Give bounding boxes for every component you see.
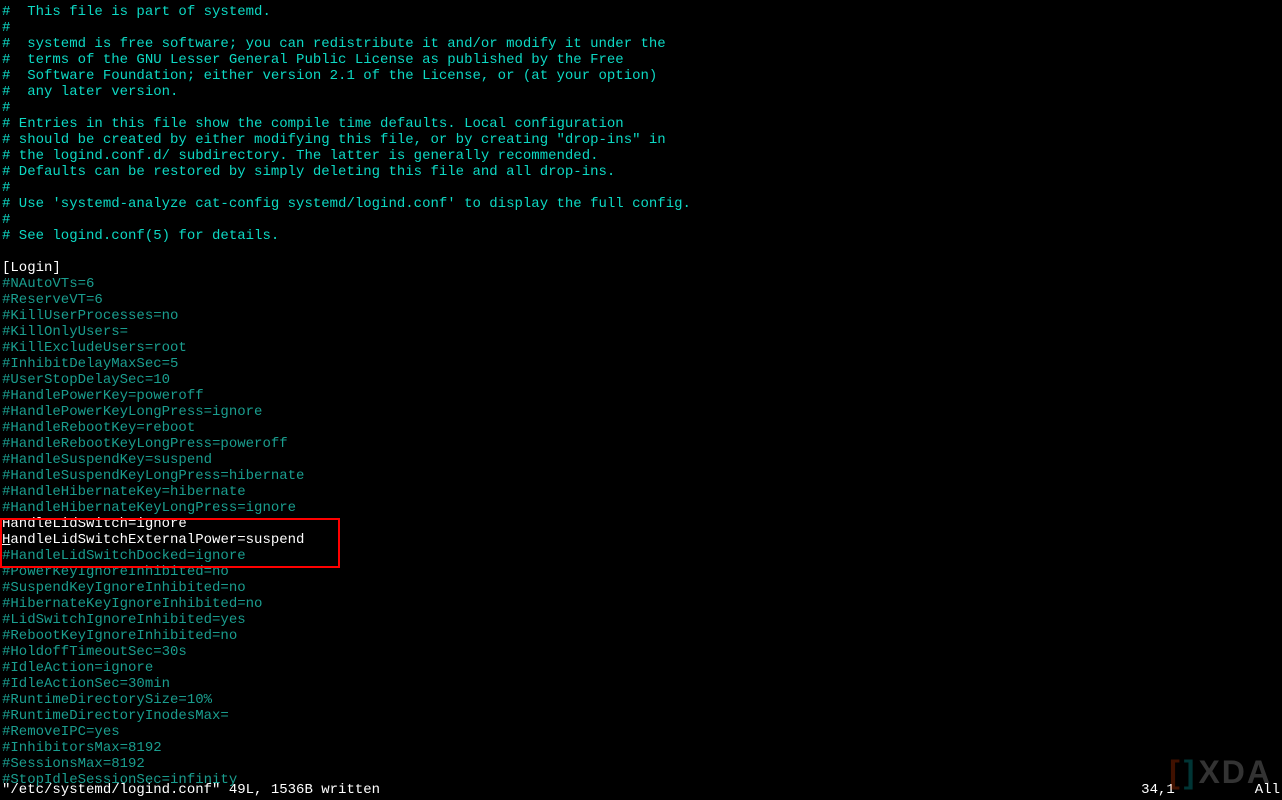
editor-line[interactable]: # Use 'systemd-analyze cat-config system… [2, 196, 1280, 212]
terminal-editor[interactable]: # This file is part of systemd.## system… [0, 0, 1282, 792]
editor-line[interactable]: #RebootKeyIgnoreInhibited=no [2, 628, 1280, 644]
editor-line[interactable]: # Defaults can be restored by simply del… [2, 164, 1280, 180]
editor-line[interactable] [2, 244, 1280, 260]
editor-line[interactable]: # [2, 100, 1280, 116]
editor-line[interactable]: #IdleAction=ignore [2, 660, 1280, 676]
editor-line[interactable]: #HandleHibernateKeyLongPress=ignore [2, 500, 1280, 516]
editor-line[interactable]: # the logind.conf.d/ subdirectory. The l… [2, 148, 1280, 164]
editor-line[interactable]: # Entries in this file show the compile … [2, 116, 1280, 132]
editor-line[interactable]: #HandleRebootKey=reboot [2, 420, 1280, 436]
editor-line[interactable]: #HandleHibernateKey=hibernate [2, 484, 1280, 500]
editor-line[interactable]: # should be created by either modifying … [2, 132, 1280, 148]
editor-line[interactable]: #SuspendKeyIgnoreInhibited=no [2, 580, 1280, 596]
editor-line[interactable]: # terms of the GNU Lesser General Public… [2, 52, 1280, 68]
editor-line[interactable]: # [2, 212, 1280, 228]
watermark-bracket-open: [ [1169, 764, 1180, 780]
editor-line[interactable]: #ReserveVT=6 [2, 292, 1280, 308]
editor-line[interactable]: #KillOnlyUsers= [2, 324, 1280, 340]
editor-line[interactable]: #RuntimeDirectorySize=10% [2, 692, 1280, 708]
editor-line[interactable]: #LidSwitchIgnoreInhibited=yes [2, 612, 1280, 628]
editor-line[interactable]: HandleLidSwitch=ignore [2, 516, 1280, 532]
editor-line[interactable]: #RemoveIPC=yes [2, 724, 1280, 740]
editor-line[interactable]: #NAutoVTs=6 [2, 276, 1280, 292]
editor-line[interactable]: #HandlePowerKeyLongPress=ignore [2, 404, 1280, 420]
editor-line[interactable]: #KillUserProcesses=no [2, 308, 1280, 324]
editor-line[interactable]: # See logind.conf(5) for details. [2, 228, 1280, 244]
editor-line[interactable]: #UserStopDelaySec=10 [2, 372, 1280, 388]
editor-line[interactable]: #PowerKeyIgnoreInhibited=no [2, 564, 1280, 580]
editor-line[interactable]: #IdleActionSec=30min [2, 676, 1280, 692]
editor-line[interactable]: #HandleLidSwitchDocked=ignore [2, 548, 1280, 564]
editor-line[interactable]: #HandleRebootKeyLongPress=poweroff [2, 436, 1280, 452]
vim-status-bar: "/etc/systemd/logind.conf" 49L, 1536B wr… [2, 782, 1280, 798]
editor-line[interactable]: #HandleSuspendKeyLongPress=hibernate [2, 468, 1280, 484]
editor-line[interactable]: #HibernateKeyIgnoreInhibited=no [2, 596, 1280, 612]
editor-line[interactable]: #InhibitDelayMaxSec=5 [2, 356, 1280, 372]
editor-line[interactable]: #HoldoffTimeoutSec=30s [2, 644, 1280, 660]
editor-line[interactable]: # [2, 20, 1280, 36]
editor-line[interactable]: #HandleSuspendKey=suspend [2, 452, 1280, 468]
editor-line[interactable]: #InhibitorsMax=8192 [2, 740, 1280, 756]
editor-line[interactable]: # systemd is free software; you can redi… [2, 36, 1280, 52]
watermark-bracket-close: ] [1184, 764, 1195, 780]
editor-line[interactable]: #RuntimeDirectoryInodesMax= [2, 708, 1280, 724]
editor-line[interactable]: # This file is part of systemd. [2, 4, 1280, 20]
editor-line[interactable]: # any later version. [2, 84, 1280, 100]
xda-watermark-logo: [] XDA [1169, 764, 1272, 780]
watermark-text: XDA [1198, 764, 1272, 780]
status-file-info: "/etc/systemd/logind.conf" 49L, 1536B wr… [2, 782, 380, 798]
editor-line[interactable]: # [2, 180, 1280, 196]
editor-line[interactable]: #SessionsMax=8192 [2, 756, 1280, 772]
editor-line[interactable]: #KillExcludeUsers=root [2, 340, 1280, 356]
editor-line[interactable]: #HandlePowerKey=poweroff [2, 388, 1280, 404]
editor-line[interactable]: HandleLidSwitchExternalPower=suspend [2, 532, 1280, 548]
editor-line[interactable]: [Login] [2, 260, 1280, 276]
editor-line[interactable]: # Software Foundation; either version 2.… [2, 68, 1280, 84]
